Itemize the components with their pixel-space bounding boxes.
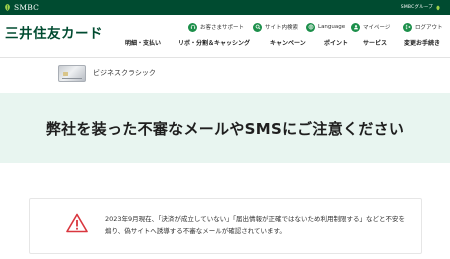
util-support-link[interactable]: お客さまサポート bbox=[188, 20, 244, 34]
nav-campaign[interactable]: キャンペーン bbox=[270, 38, 306, 50]
nav-procedures[interactable]: 変更お手続き bbox=[404, 38, 440, 50]
user-icon bbox=[351, 22, 360, 32]
nav-points[interactable]: ポイント bbox=[324, 38, 348, 50]
nav-revolving[interactable]: リボ・分割＆キャッシング bbox=[178, 38, 250, 50]
header-divider bbox=[0, 57, 450, 58]
brand-logo[interactable]: 三井住友カード bbox=[5, 25, 103, 43]
search-icon bbox=[253, 22, 262, 32]
nav-statement[interactable]: 明細・支払い bbox=[125, 38, 161, 50]
util-search-link[interactable]: サイト内検索 bbox=[253, 20, 298, 34]
util-search-label: サイト内検索 bbox=[265, 25, 299, 31]
util-logout-label: ログアウト bbox=[415, 25, 443, 31]
globe-icon bbox=[306, 22, 315, 32]
smbc-group-leaf-icon bbox=[436, 5, 440, 10]
util-logout-link[interactable]: ログアウト bbox=[403, 20, 443, 34]
notice-text: 2023年9月現在、「決済が成立していない」「届出情報が正確ではないため利用制限… bbox=[105, 215, 405, 235]
warning-icon bbox=[66, 213, 88, 233]
util-support-label: お客さまサポート bbox=[200, 25, 245, 31]
util-language-link[interactable]: Language bbox=[306, 20, 345, 34]
util-language-label: Language bbox=[318, 24, 346, 30]
util-mypage-link[interactable]: マイページ bbox=[351, 20, 390, 34]
smbc-logo-text: SMBC bbox=[14, 3, 40, 12]
util-mypage-label: マイページ bbox=[363, 25, 391, 31]
smbc-leaf-icon bbox=[5, 3, 10, 12]
smbc-top-bar: SMBC SMBCグループ bbox=[0, 0, 450, 15]
smbc-logo[interactable]: SMBC bbox=[3, 2, 39, 13]
smbc-group-text: SMBCグループ bbox=[400, 5, 433, 10]
card-thumbnail bbox=[58, 65, 86, 82]
page-title: 弊社を装った不審なメールやSMSにご注意ください bbox=[45, 120, 405, 138]
support-icon bbox=[188, 22, 197, 32]
card-name: ビジネスクラシック bbox=[93, 69, 156, 77]
card-chip bbox=[63, 72, 68, 76]
smbc-group-logo[interactable]: SMBCグループ bbox=[401, 3, 441, 12]
logout-icon bbox=[403, 22, 412, 32]
nav-services[interactable]: サービス bbox=[363, 38, 387, 50]
notice-box: 2023年9月現在、「決済が成立していない」「届出情報が正確ではないため利用制限… bbox=[29, 198, 422, 254]
card-stripe bbox=[62, 78, 82, 79]
